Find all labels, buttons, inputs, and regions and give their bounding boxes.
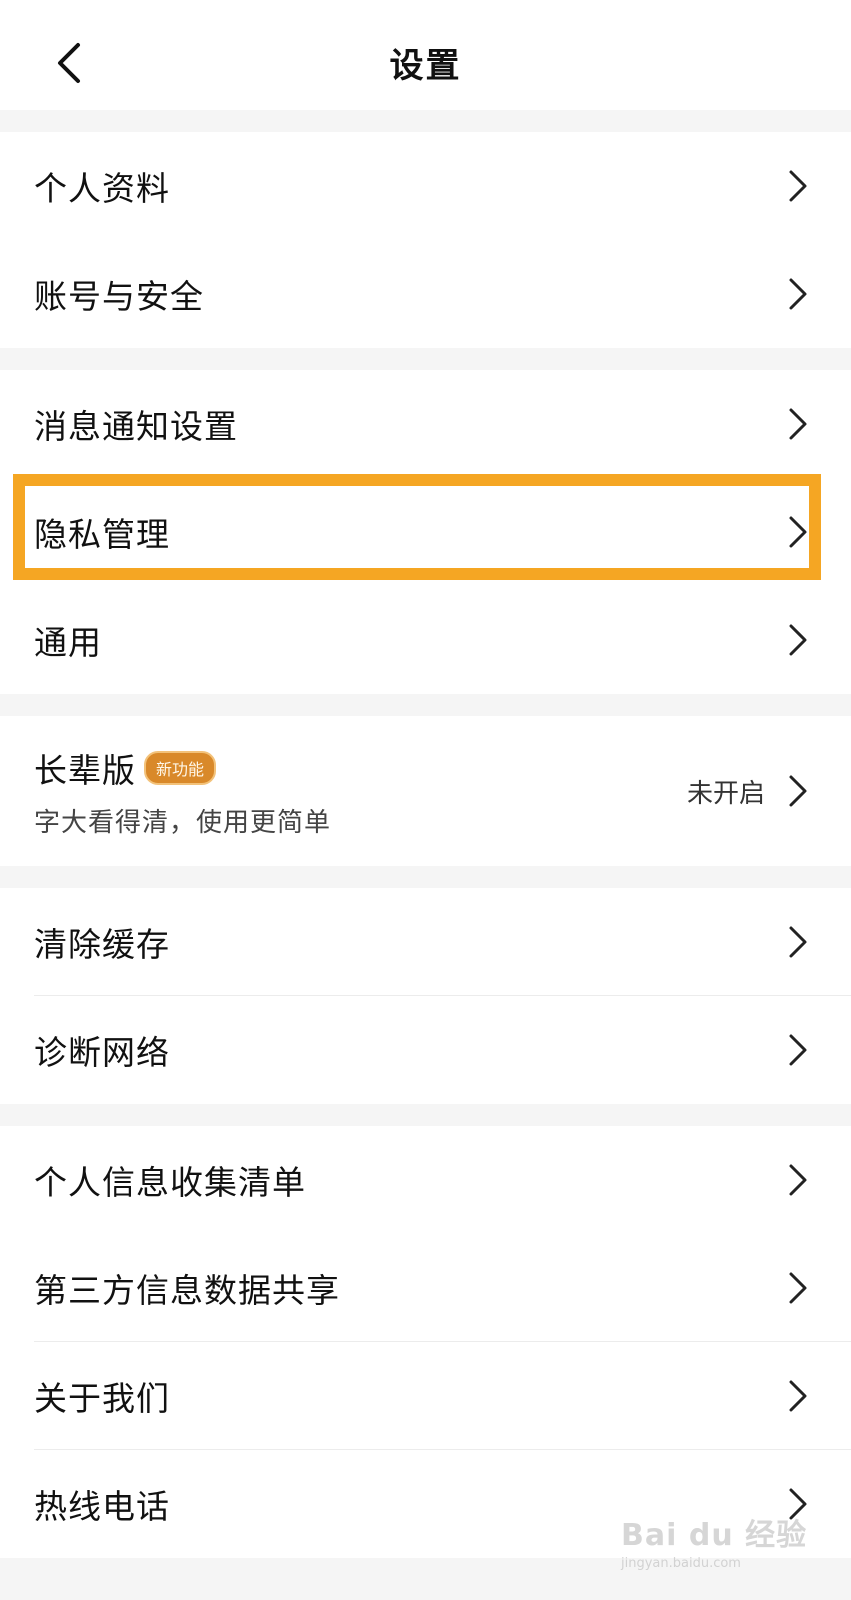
header: 设置: [0, 0, 851, 110]
group-profile: 个人资料 账号与安全: [0, 132, 851, 348]
menu-item-profile[interactable]: 个人资料: [0, 132, 851, 240]
menu-item-label: 通用: [34, 623, 102, 662]
menu-item-third-party-sharing[interactable]: 第三方信息数据共享: [0, 1234, 851, 1342]
chevron-right-icon: [785, 274, 811, 314]
chevron-right-icon: [785, 620, 811, 660]
menu-item-clear-cache[interactable]: 清除缓存: [0, 888, 851, 996]
chevron-right-icon: [785, 1160, 811, 1200]
menu-item-label: 个人资料: [34, 169, 170, 208]
menu-item-elder-mode[interactable]: 长辈版 新功能 字大看得清，使用更简单 未开启: [0, 716, 851, 866]
menu-item-notifications[interactable]: 消息通知设置: [0, 370, 851, 478]
group-notifications: 消息通知设置 隐私管理 通用: [0, 370, 851, 694]
group-cache-network: 清除缓存 诊断网络: [0, 888, 851, 1104]
chevron-right-icon: [785, 512, 811, 552]
menu-item-label: 个人信息收集清单: [34, 1163, 306, 1202]
menu-item-info-collection[interactable]: 个人信息收集清单: [0, 1126, 851, 1234]
elder-mode-text: 长辈版 新功能 字大看得清，使用更简单: [34, 744, 687, 839]
new-feature-badge: 新功能: [144, 750, 217, 785]
watermark-url: jingyan.baidu.com: [621, 1556, 741, 1571]
menu-item-label: 账号与安全: [34, 277, 204, 316]
menu-item-label: 隐私管理: [34, 515, 170, 554]
watermark: Bai du 经验 jingyan.baidu.com: [621, 1510, 811, 1590]
menu-item-diagnose-network[interactable]: 诊断网络: [0, 996, 851, 1104]
settings-page: 设置 个人资料 账号与安全 消息通知设置 隐私管理 通用 长辈版 新功能 字大看…: [0, 0, 851, 1600]
menu-item-account-security[interactable]: 账号与安全: [0, 240, 851, 348]
chevron-right-icon: [785, 1030, 811, 1070]
menu-item-label: 第三方信息数据共享: [34, 1271, 340, 1310]
chevron-right-icon: [785, 404, 811, 444]
menu-item-label: 诊断网络: [34, 1033, 170, 1072]
menu-item-privacy[interactable]: 隐私管理: [0, 478, 851, 586]
menu-item-label: 清除缓存: [34, 925, 170, 964]
menu-item-about-us[interactable]: 关于我们: [0, 1342, 851, 1450]
chevron-right-icon: [785, 1376, 811, 1416]
watermark-logo: Bai du 经验: [621, 1518, 808, 1553]
group-info: 个人信息收集清单 第三方信息数据共享 关于我们 热线电话: [0, 1126, 851, 1558]
chevron-right-icon: [785, 922, 811, 962]
page-title: 设置: [389, 46, 462, 86]
elder-mode-subtitle: 字大看得清，使用更简单: [34, 807, 332, 838]
chevron-right-icon: [785, 771, 811, 811]
menu-item-label: 关于我们: [34, 1379, 170, 1418]
elder-mode-title-line: 长辈版 新功能: [34, 744, 687, 792]
chevron-right-icon: [785, 1268, 811, 1308]
chevron-right-icon: [785, 166, 811, 206]
elder-mode-status: 未开启: [686, 778, 765, 809]
elder-mode-title: 长辈版: [34, 750, 136, 790]
menu-item-general[interactable]: 通用: [0, 586, 851, 694]
group-elder-mode: 长辈版 新功能 字大看得清，使用更简单 未开启: [0, 716, 851, 866]
menu-item-label: 消息通知设置: [34, 407, 238, 446]
